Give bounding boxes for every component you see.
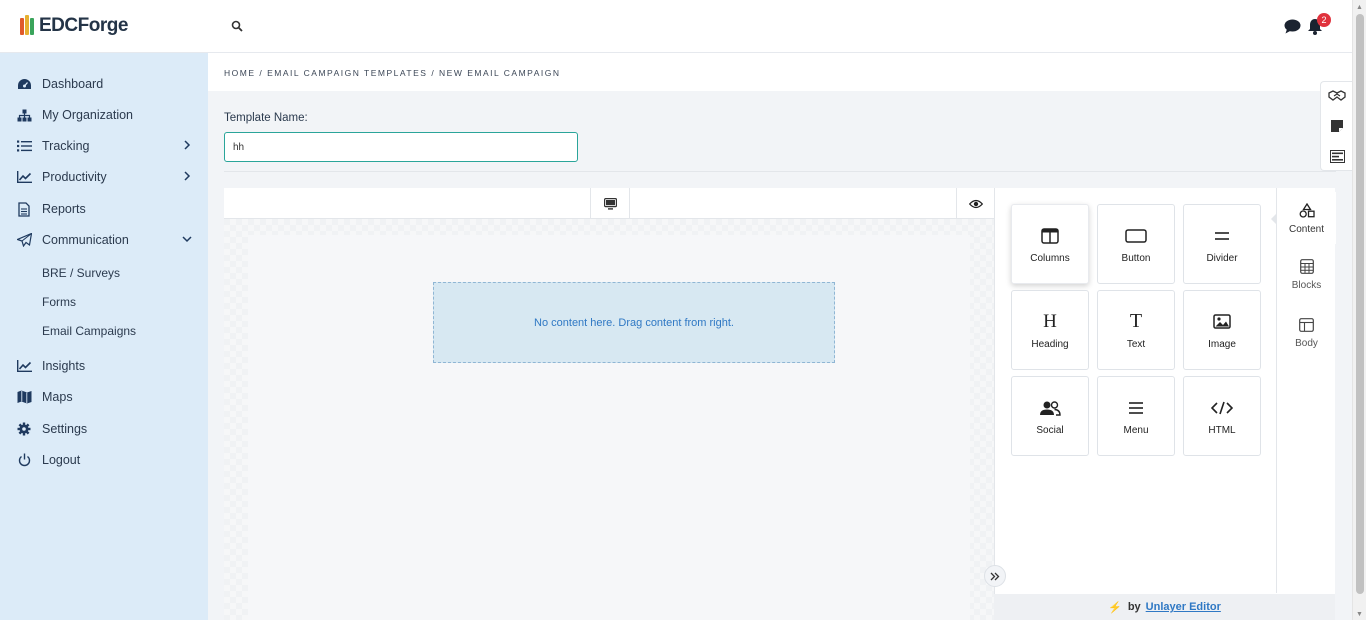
tool-columns[interactable]: Columns [1011, 204, 1089, 284]
columns-icon [1039, 225, 1061, 247]
desktop-preview-button[interactable] [590, 188, 630, 219]
chevron-down-icon [182, 236, 192, 243]
power-icon [16, 452, 32, 468]
sidebar-subitem-forms[interactable]: Forms [42, 295, 76, 309]
chevron-right-icon [184, 140, 191, 150]
scroll-thumb[interactable] [1356, 14, 1364, 594]
handshake-icon[interactable] [1328, 87, 1346, 105]
email-editor: No content here. Drag content from right… [224, 188, 1336, 620]
map-icon [16, 389, 32, 405]
gear-icon [16, 421, 32, 437]
top-bar: EDCForge 2 [0, 0, 1352, 53]
tab-body[interactable]: Body [1277, 306, 1336, 358]
bolt-icon: ⚡ [1108, 601, 1122, 614]
breadcrumb[interactable]: HOME / EMAIL CAMPAIGN TEMPLATES / NEW EM… [224, 68, 561, 78]
sidebar-item-insights[interactable]: Insights [16, 355, 196, 377]
scroll-down-arrow-icon[interactable]: ▼ [1356, 611, 1363, 618]
section-divider [224, 171, 1336, 172]
text-icon: T [1129, 310, 1143, 332]
sidebar: Dashboard My Organization Tracking Produ… [0, 53, 208, 620]
sidebar-item-settings[interactable]: Settings [16, 418, 196, 440]
image-icon [1211, 311, 1233, 333]
breadcrumb-bar: HOME / EMAIL CAMPAIGN TEMPLATES / NEW EM… [208, 53, 1352, 91]
sidebar-subitem-bre-surveys[interactable]: BRE / Surveys [42, 266, 120, 280]
sidebar-item-reports[interactable]: Reports [16, 198, 196, 220]
collapse-panel-button[interactable] [984, 565, 1006, 587]
tool-button[interactable]: Button [1097, 204, 1175, 284]
trend-chart-icon [16, 358, 32, 374]
notification-badge: 2 [1317, 13, 1331, 27]
sidebar-item-communication[interactable]: Communication [16, 229, 196, 251]
template-name-label: Template Name: [224, 112, 308, 124]
logo[interactable]: EDCForge [20, 15, 128, 37]
heading-icon: H [1043, 310, 1057, 332]
sidebar-item-tracking[interactable]: Tracking [16, 135, 196, 157]
social-icon [1039, 397, 1061, 419]
editor-canvas: No content here. Drag content from right… [224, 219, 994, 620]
body-layout-icon [1298, 316, 1316, 334]
shapes-icon [1298, 202, 1316, 220]
sidebar-item-maps[interactable]: Maps [16, 386, 196, 408]
sidebar-item-logout[interactable]: Logout [16, 449, 196, 471]
dashboard-icon [16, 76, 32, 92]
powered-by-bar: ⚡ by Unlayer Editor [994, 594, 1335, 620]
logo-text: EDCForge [39, 15, 128, 36]
divider-icon [1211, 225, 1233, 247]
document-icon [16, 201, 32, 217]
scroll-up-arrow-icon[interactable]: ▲ [1356, 4, 1363, 11]
editor-tab-strip: Content Blocks Body [1276, 188, 1336, 593]
chevron-right-icon [184, 171, 191, 181]
note-icon[interactable] [1328, 117, 1346, 135]
logo-mark-icon [20, 15, 36, 37]
button-icon [1125, 225, 1147, 247]
chat-icon[interactable] [1284, 19, 1301, 34]
tool-text[interactable]: T Text [1097, 290, 1175, 370]
preview-button[interactable] [956, 188, 994, 219]
search-icon[interactable] [231, 20, 243, 32]
paper-plane-icon [16, 232, 32, 248]
tab-blocks[interactable]: Blocks [1277, 248, 1336, 300]
dropzone[interactable]: No content here. Drag content from right… [433, 282, 835, 363]
list-icon [16, 138, 32, 154]
tool-social[interactable]: Social [1011, 376, 1089, 456]
template-name-input[interactable] [224, 132, 578, 162]
email-body[interactable]: No content here. Drag content from right… [248, 235, 970, 620]
editor-toolbar [224, 188, 994, 219]
eye-icon [968, 199, 983, 208]
tool-image[interactable]: Image [1183, 290, 1261, 370]
unlayer-link[interactable]: Unlayer Editor [1146, 601, 1221, 613]
tool-heading[interactable]: H Heading [1011, 290, 1089, 370]
desktop-icon [603, 197, 617, 210]
org-chart-icon [16, 107, 32, 123]
tab-content[interactable]: Content [1277, 192, 1336, 244]
trend-chart-icon [16, 169, 32, 185]
settings-sliders-icon[interactable] [1328, 147, 1346, 165]
sidebar-item-my-organization[interactable]: My Organization [16, 104, 196, 126]
tool-divider[interactable]: Divider [1183, 204, 1261, 284]
sidebar-subitem-email-campaigns[interactable]: Email Campaigns [42, 324, 136, 338]
sidebar-item-dashboard[interactable]: Dashboard [16, 73, 196, 95]
tools-panel: Columns Button Divider H Heading T Text … [994, 188, 1276, 620]
floating-toolbar [1320, 81, 1352, 171]
page-scrollbar[interactable]: ▲ ▼ [1352, 0, 1366, 620]
menu-icon [1125, 397, 1147, 419]
double-chevron-right-icon [990, 572, 1000, 580]
code-icon [1211, 397, 1233, 419]
tool-html[interactable]: HTML [1183, 376, 1261, 456]
sidebar-item-productivity[interactable]: Productivity [16, 166, 196, 188]
blocks-icon [1298, 258, 1316, 276]
tool-menu[interactable]: Menu [1097, 376, 1175, 456]
